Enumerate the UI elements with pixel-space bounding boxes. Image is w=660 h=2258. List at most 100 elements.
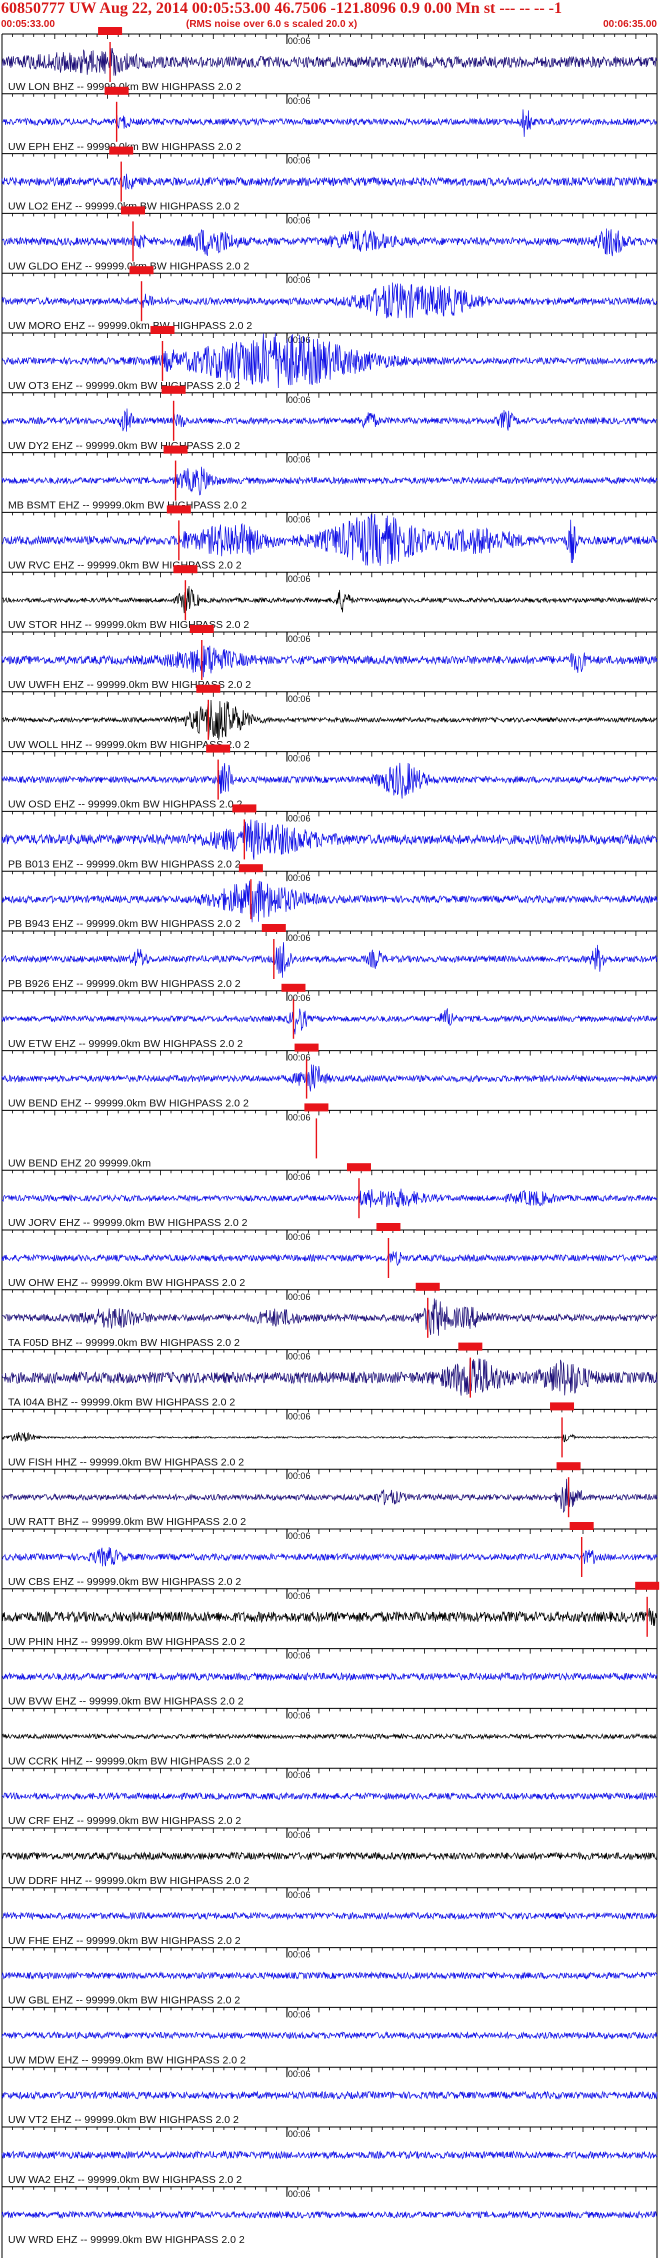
waveform: [1, 1064, 658, 1092]
tick-label: 00:06: [288, 1710, 311, 1720]
tick-label: 00:06: [288, 275, 311, 285]
tick-label: 00:06: [288, 1292, 311, 1302]
pick-box: [121, 206, 145, 215]
waveform: [1, 942, 658, 978]
pick-box: [163, 445, 188, 454]
waveform: [1, 645, 658, 678]
tick-label: 00:06: [288, 694, 311, 704]
tick-label: 00:06: [288, 1352, 311, 1362]
pick-box: [109, 146, 134, 155]
tick-label: 00:06: [288, 873, 311, 883]
waveform: [1, 819, 658, 860]
station-label: UW WA2 EHZ -- 99999.0km BW HIGHPASS 2.0 …: [8, 2174, 242, 2186]
pick-box: [635, 1581, 660, 1590]
waveform: [1, 880, 658, 923]
tick-label: 00:06: [288, 1950, 311, 1960]
pick-box: [550, 1402, 575, 1411]
pick-box: [150, 326, 175, 334]
station-label: PB B943 EHZ -- 99999.0km BW HIGHPASS 2.0…: [8, 918, 241, 930]
station-label: UW RVC EHZ -- 99999.0km BW HIGHPASS 2.0 …: [8, 559, 242, 571]
pick-box: [238, 864, 263, 873]
tick-label: 00:06: [288, 813, 311, 823]
pick-box: [281, 983, 306, 992]
waveform: [1, 513, 658, 566]
tick-label: 00:06: [288, 1651, 311, 1661]
pick-box: [232, 804, 257, 813]
waveform: [1, 1432, 658, 1443]
pick-box: [98, 27, 123, 35]
station-label: PB B013 EHZ -- 99999.0km BW HIGHPASS 2.0…: [8, 858, 241, 870]
tick-label: 00:06: [288, 1471, 311, 1481]
station-label: UW OSD EHZ -- 99999.0km BW HIGHPASS 2.0 …: [8, 799, 243, 811]
waveform: [1, 2090, 658, 2100]
tick-label: 00:06: [288, 1591, 311, 1601]
station-label: UW DDRF HHZ -- 99999.0km BW HIGHPASS 2.0…: [8, 1875, 250, 1887]
waveform: [1, 1608, 658, 1626]
station-label: UW OT3 EHZ -- 99999.0km BW HIGHPASS 2.0 …: [8, 380, 240, 392]
station-label: TA I04A BHZ -- 99999.0km BW HIGHPASS 2.0…: [8, 1397, 235, 1409]
station-label: UW RATT BHZ -- 99999.0km BW HIGHPASS 2.0…: [8, 1516, 246, 1528]
pick-box: [569, 1522, 594, 1530]
pick-box: [376, 1223, 401, 1231]
waveform: [1, 173, 658, 190]
tick-label: 00:06: [288, 1531, 311, 1541]
waveform: [1, 1851, 658, 1861]
station-label: UW CBS EHZ -- 99999.0km BW HIGHPASS 2.0 …: [8, 1576, 241, 1588]
pick-box: [166, 505, 191, 514]
pick-box: [104, 86, 129, 95]
waveform: [1, 699, 658, 740]
tick-label: 00:06: [288, 514, 311, 524]
station-label: UW FISH HHZ -- 99999.0km BW HIGHPASS 2.0…: [8, 1456, 244, 1468]
tick-label: 00:06: [288, 215, 311, 225]
tick-label: 00:06: [288, 993, 311, 1003]
station-label: UW FHE EHZ -- 99999.0km BW HIGHPASS 2.0 …: [8, 1935, 241, 1947]
station-label: UW PHIN HHZ -- 99999.0km BW HIGHPASS 2.0…: [8, 1636, 245, 1648]
pick-box: [161, 385, 186, 394]
waveform: [1, 2210, 658, 2220]
tick-label: 00:06: [288, 933, 311, 943]
waveform: [1, 1547, 658, 1567]
pick-box: [458, 1342, 483, 1351]
tick-label: 00:06: [288, 1112, 311, 1122]
pick-box: [196, 684, 221, 693]
tick-label: 00:06: [288, 2189, 311, 2199]
station-label: UW OHW EHZ -- 99999.0km BW HIGHPASS 2.0 …: [8, 1277, 245, 1289]
waveform: [1, 2150, 658, 2160]
waveform: [1, 466, 658, 496]
pick-box: [304, 1103, 329, 1112]
tick-label: 00:06: [288, 634, 311, 644]
station-label: UW ETW EHZ -- 99999.0km BW HIGHPASS 2.0 …: [8, 1038, 243, 1050]
waveform: [1, 282, 658, 319]
tick-label: 00:06: [288, 2009, 311, 2019]
station-label: UW MDW EHZ -- 99999.0km BW HIGHPASS 2.0 …: [8, 2054, 246, 2066]
tick-label: 00:06: [288, 1172, 311, 1182]
pick-box: [556, 1462, 581, 1471]
station-label: UW CRF EHZ -- 99999.0km BW HIGHPASS 2.0 …: [8, 1815, 241, 1827]
station-label: TA F05D BHZ -- 99999.0km BW HIGHPASS 2.0…: [8, 1337, 240, 1349]
waveform: [1, 1791, 658, 1801]
waveform: [1, 1911, 658, 1921]
tick-label: 00:06: [288, 36, 311, 46]
station-label: UW GBL EHZ -- 99999.0km BW HIGHPASS 2.0 …: [8, 1995, 240, 2007]
tick-label: 00:06: [288, 455, 311, 465]
waveform: [1, 1188, 658, 1208]
waveform: [1, 585, 658, 614]
tick-label: 00:06: [288, 156, 311, 166]
station-label: PB B926 EHZ -- 99999.0km BW HIGHPASS 2.0…: [8, 978, 241, 990]
waveform: [1, 109, 658, 137]
pick-box: [346, 1163, 371, 1172]
waveform: [1, 1671, 658, 1682]
station-label: UW DY2 EHZ -- 99999.0km BW HIGHPASS 2.0 …: [8, 440, 240, 452]
tick-label: 00:06: [288, 574, 311, 584]
pick-box: [261, 924, 286, 932]
pick-box: [189, 625, 214, 633]
tick-label: 00:06: [288, 1830, 311, 1840]
pick-box: [415, 1282, 440, 1291]
station-label: UW CCRK HHZ -- 99999.0km BW HIGHPASS 2.0…: [8, 1755, 250, 1767]
pick-box: [206, 744, 231, 753]
station-label: UW BEND EHZ -- 99999.0km BW HIGHPASS 2.0…: [8, 1098, 249, 1110]
waveform: [1, 1008, 658, 1035]
tick-label: 00:06: [288, 1232, 311, 1242]
waveform: [1, 762, 658, 799]
tick-label: 00:06: [288, 395, 311, 405]
